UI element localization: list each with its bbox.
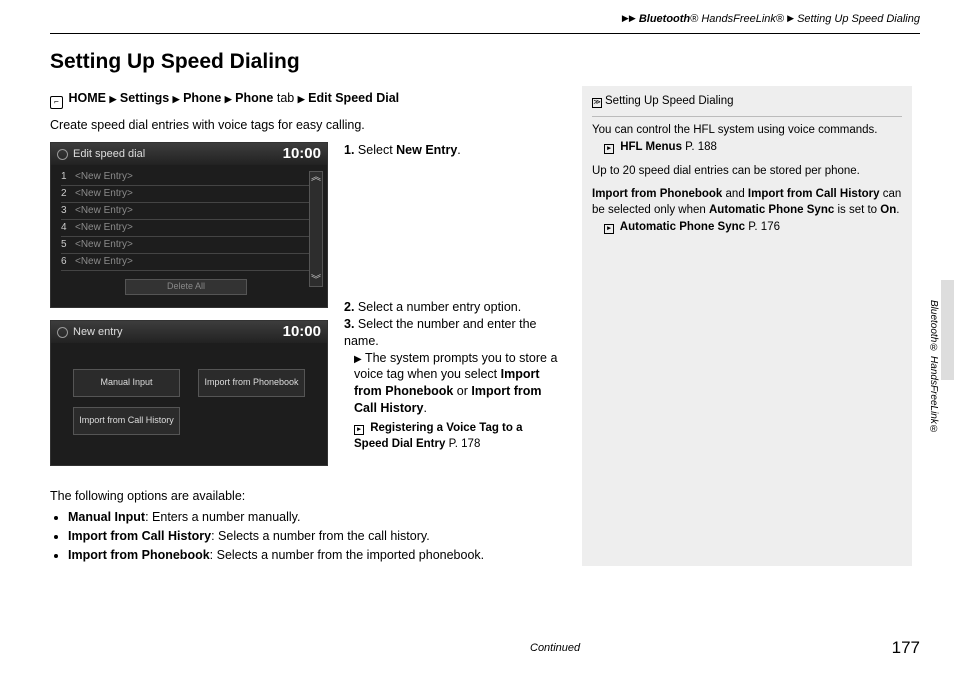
divider [592, 116, 902, 117]
scrollbar[interactable]: ︽ ︾ [309, 171, 323, 287]
triangle-icon: ▶▶ [622, 13, 636, 23]
sidebar-text: Up to 20 speed dial entries can be store… [592, 164, 902, 180]
hand-icon: ⌐ [50, 96, 63, 109]
import-call-history-button[interactable]: Import from Call History [73, 407, 180, 435]
options-heading: The following options are available: [50, 488, 560, 505]
manual-input-button[interactable]: Manual Input [73, 369, 180, 397]
crumb-section: Setting Up Speed Dialing [797, 13, 920, 25]
left-column: ⌐ HOME ▶ Settings ▶ Phone ▶ Phone tab ▶ … [50, 86, 560, 565]
instruction-steps: 1. Select New Entry. 2. Select a number … [344, 142, 560, 478]
triangle-icon: ▶ [354, 354, 362, 365]
step-1: 1. Select New Entry. [344, 142, 560, 159]
chevron-down-icon[interactable]: ︾ [310, 274, 322, 288]
list-item[interactable]: 5<New Entry> [61, 237, 311, 254]
list-item: Import from Phonebook: Selects a number … [68, 547, 560, 564]
cross-ref: ▸ Registering a Voice Tag to a Speed Dia… [354, 421, 560, 452]
chevron-up-icon[interactable]: ︽ [310, 171, 322, 185]
link-icon: ▸ [604, 224, 614, 234]
horizontal-rule [50, 33, 920, 34]
cross-ref: ▸ HFL Menus P. 188 [604, 140, 902, 156]
cross-ref: ▸ Automatic Phone Sync P. 176 [604, 220, 902, 236]
triangle-icon: ▶ [298, 94, 305, 104]
import-phonebook-button[interactable]: Import from Phonebook [198, 369, 305, 397]
link-icon: ▸ [604, 144, 614, 154]
list-item: Import from Call History: Selects a numb… [68, 528, 560, 545]
thumb-tab [941, 280, 954, 380]
clock: 10:00 [283, 322, 321, 342]
list-item[interactable]: 4<New Entry> [61, 220, 311, 237]
intro-text: Create speed dial entries with voice tag… [50, 117, 560, 134]
footer: Continued 177 [50, 637, 920, 660]
info-icon: ≫ [592, 98, 602, 108]
columns: ⌐ HOME ▶ Settings ▶ Phone ▶ Phone tab ▶ … [50, 86, 920, 565]
step-3-sub: ▶ The system prompts you to store a voic… [354, 350, 560, 418]
page: ▶▶ Bluetooth® HandsFreeLink® ▶ Setting U… [50, 0, 920, 674]
step-3: 3. Select the number and enter the name. [344, 316, 560, 350]
gear-icon [57, 149, 68, 160]
clock: 10:00 [283, 144, 321, 164]
gear-icon [57, 327, 68, 338]
sidebar-heading: ≫Setting Up Speed Dialing [592, 94, 902, 110]
list-item: Manual Input: Enters a number manually. [68, 509, 560, 526]
step-2: 2. Select a number entry option. [344, 299, 560, 316]
info-sidebar: ≫Setting Up Speed Dialing You can contro… [582, 86, 912, 565]
triangle-icon: ▶ [225, 94, 232, 104]
page-number: 177 [892, 637, 920, 660]
nav-path: ⌐ HOME ▶ Settings ▶ Phone ▶ Phone tab ▶ … [50, 90, 560, 107]
crumb-bluetooth: Bluetooth [639, 13, 690, 25]
screen-titlebar: Edit speed dial 10:00 [51, 143, 327, 165]
triangle-icon: ▶ [787, 13, 794, 23]
entry-options: Manual Input Import from Phonebook Impor… [51, 343, 327, 465]
list-item[interactable]: 1<New Entry> [61, 169, 311, 186]
sidebar-text: You can control the HFL system using voi… [592, 123, 902, 139]
link-icon: ▸ [354, 425, 364, 435]
crumb-hfl: HandsFreeLink [701, 13, 776, 25]
list-item[interactable]: 2<New Entry> [61, 186, 311, 203]
screenshot-edit-speed-dial: Edit speed dial 10:00 1<New Entry> 2<New… [50, 142, 328, 308]
side-section-label: Bluetooth® HandsFreeLink® [927, 300, 941, 435]
triangle-icon: ▶ [173, 94, 180, 104]
sidebar-text: Import from Phonebook and Import from Ca… [592, 187, 902, 218]
continued-label: Continued [530, 641, 580, 656]
speed-dial-list: 1<New Entry> 2<New Entry> 3<New Entry> 4… [51, 165, 327, 307]
header-breadcrumb: ▶▶ Bluetooth® HandsFreeLink® ▶ Setting U… [50, 0, 920, 31]
delete-all-button[interactable]: Delete All [125, 279, 247, 295]
screenshot-new-entry: New entry 10:00 Manual Input Import from… [50, 320, 328, 466]
list-item[interactable]: 3<New Entry> [61, 203, 311, 220]
triangle-icon: ▶ [109, 94, 116, 104]
options-list: Manual Input: Enters a number manually. … [68, 509, 560, 564]
screenshots: Edit speed dial 10:00 1<New Entry> 2<New… [50, 142, 330, 478]
screenshots-and-steps: Edit speed dial 10:00 1<New Entry> 2<New… [50, 142, 560, 478]
page-title: Setting Up Speed Dialing [50, 48, 920, 76]
list-item[interactable]: 6<New Entry> [61, 254, 311, 271]
screen-titlebar: New entry 10:00 [51, 321, 327, 343]
